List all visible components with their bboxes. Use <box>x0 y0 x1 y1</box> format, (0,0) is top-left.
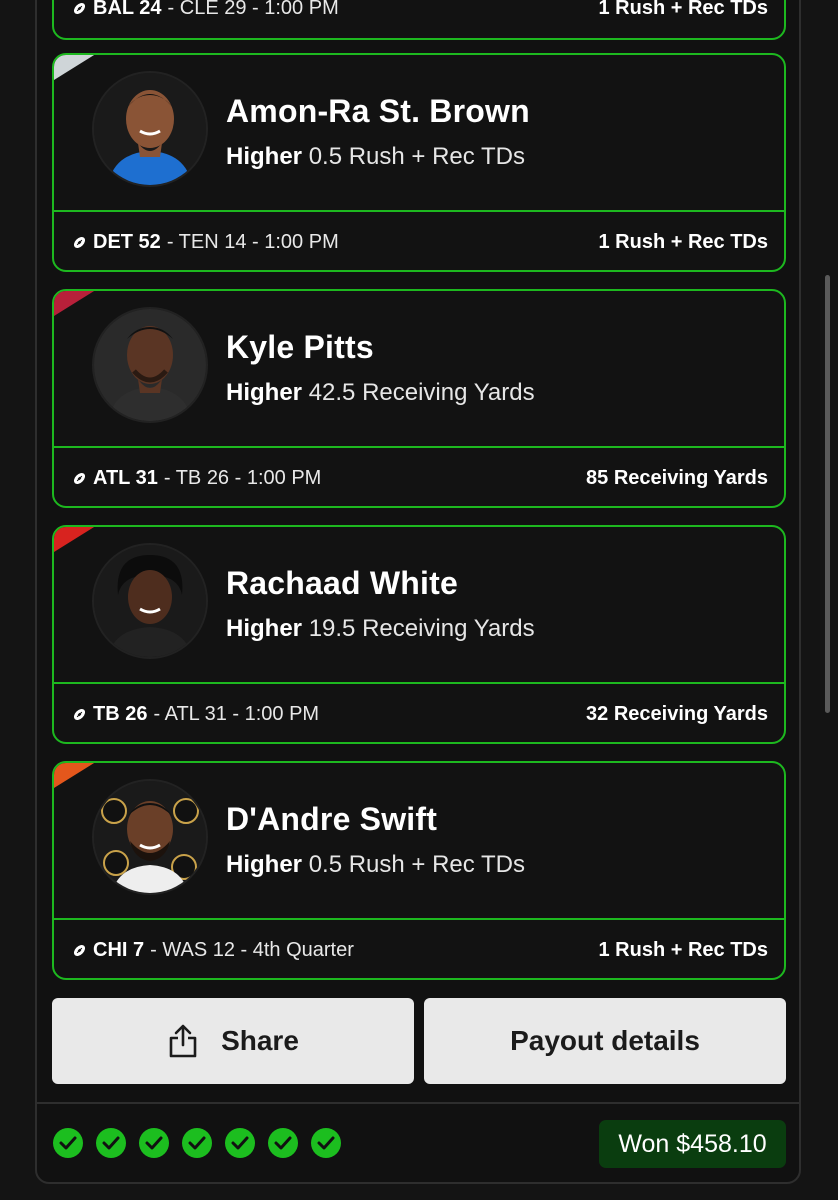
pick-direction: Higher <box>226 143 303 170</box>
game-details: - WAS 12 - 4th Quarter <box>150 938 354 961</box>
share-label: Share <box>221 1025 299 1056</box>
check-circle-icon <box>96 1128 126 1158</box>
game-team: DET 52 <box>93 230 161 253</box>
game-details: - TB 26 - 1:00 PM <box>163 466 322 489</box>
avatar <box>92 543 208 659</box>
check-circle-icon <box>311 1128 341 1158</box>
scrollbar[interactable] <box>825 275 830 713</box>
check-circle-icon <box>139 1128 169 1158</box>
result-value: 1 Rush + Rec TDs <box>598 230 768 253</box>
player-name: Kyle Pitts <box>226 329 374 365</box>
game-team: ATL 31 <box>93 466 158 489</box>
avatar <box>92 779 208 895</box>
avatar <box>92 71 208 187</box>
won-badge: Won $458.10 <box>599 1120 786 1168</box>
game-info: ATL 31 - TB 26 - 1:00 PM <box>72 467 321 490</box>
pick-card[interactable]: Rachaad White Higher 19.5 Receiving Yard… <box>52 525 786 744</box>
game-info: CHI 7 - WAS 12 - 4th Quarter <box>72 939 354 962</box>
game-details: - ATL 31 - 1:00 PM <box>153 702 320 725</box>
player-name: Amon-Ra St. Brown <box>226 93 530 129</box>
game-details: - CLE 29 - 1:00 PM <box>167 0 339 19</box>
pick-card[interactable]: Kyle Pitts Higher 42.5 Receiving Yards A… <box>52 289 786 508</box>
game-team: TB 26 <box>93 702 148 725</box>
pick-card-previous[interactable]: BAL 24 - CLE 29 - 1:00 PM 1 Rush + Rec T… <box>52 0 786 40</box>
pick-stat: 19.5 Receiving Yards <box>308 615 535 642</box>
football-icon <box>73 236 86 248</box>
pick-direction: Higher <box>226 615 303 642</box>
result-value: 1 Rush + Rec TDs <box>598 938 768 961</box>
share-icon <box>169 1024 197 1058</box>
result-checks <box>53 1128 341 1158</box>
game-team: CHI 7 <box>93 938 145 961</box>
pick-stat: 0.5 Rush + Rec TDs <box>308 851 526 878</box>
result-value: 32 Receiving Yards <box>586 702 768 725</box>
football-icon <box>73 708 86 720</box>
payout-details-button[interactable]: Payout details <box>424 998 786 1084</box>
avatar <box>92 307 208 423</box>
check-circle-icon <box>268 1128 298 1158</box>
football-icon <box>73 2 86 15</box>
football-icon <box>73 472 86 484</box>
pick-line: Higher 0.5 Rush + Rec TDs <box>226 851 525 879</box>
game-team: BAL 24 <box>93 0 162 19</box>
game-info: BAL 24 - CLE 29 - 1:00 PM <box>72 0 339 20</box>
game-details: - TEN 14 - 1:00 PM <box>166 230 339 253</box>
pick-card[interactable]: Amon-Ra St. Brown Higher 0.5 Rush + Rec … <box>52 53 786 272</box>
player-name: Rachaad White <box>226 565 458 601</box>
football-icon <box>73 944 86 956</box>
pick-line: Higher 0.5 Rush + Rec TDs <box>226 143 525 171</box>
result-value: 1 Rush + Rec TDs <box>598 0 768 19</box>
share-button[interactable]: Share <box>52 998 414 1084</box>
game-info: TB 26 - ATL 31 - 1:00 PM <box>72 703 319 726</box>
check-circle-icon <box>225 1128 255 1158</box>
pick-line: Higher 42.5 Receiving Yards <box>226 379 535 407</box>
check-circle-icon <box>182 1128 212 1158</box>
player-name: D'Andre Swift <box>226 801 438 837</box>
pick-direction: Higher <box>226 379 303 406</box>
pick-stat: 0.5 Rush + Rec TDs <box>308 143 526 170</box>
result-value: 85 Receiving Yards <box>586 466 768 489</box>
pick-direction: Higher <box>226 851 303 878</box>
payout-details-label: Payout details <box>510 1025 700 1056</box>
pick-stat: 42.5 Receiving Yards <box>308 379 535 406</box>
pick-card[interactable]: D'Andre Swift Higher 0.5 Rush + Rec TDs … <box>52 761 786 980</box>
check-circle-icon <box>53 1128 83 1158</box>
divider <box>37 1102 799 1104</box>
pick-line: Higher 19.5 Receiving Yards <box>226 615 535 643</box>
game-info: DET 52 - TEN 14 - 1:00 PM <box>72 231 339 254</box>
